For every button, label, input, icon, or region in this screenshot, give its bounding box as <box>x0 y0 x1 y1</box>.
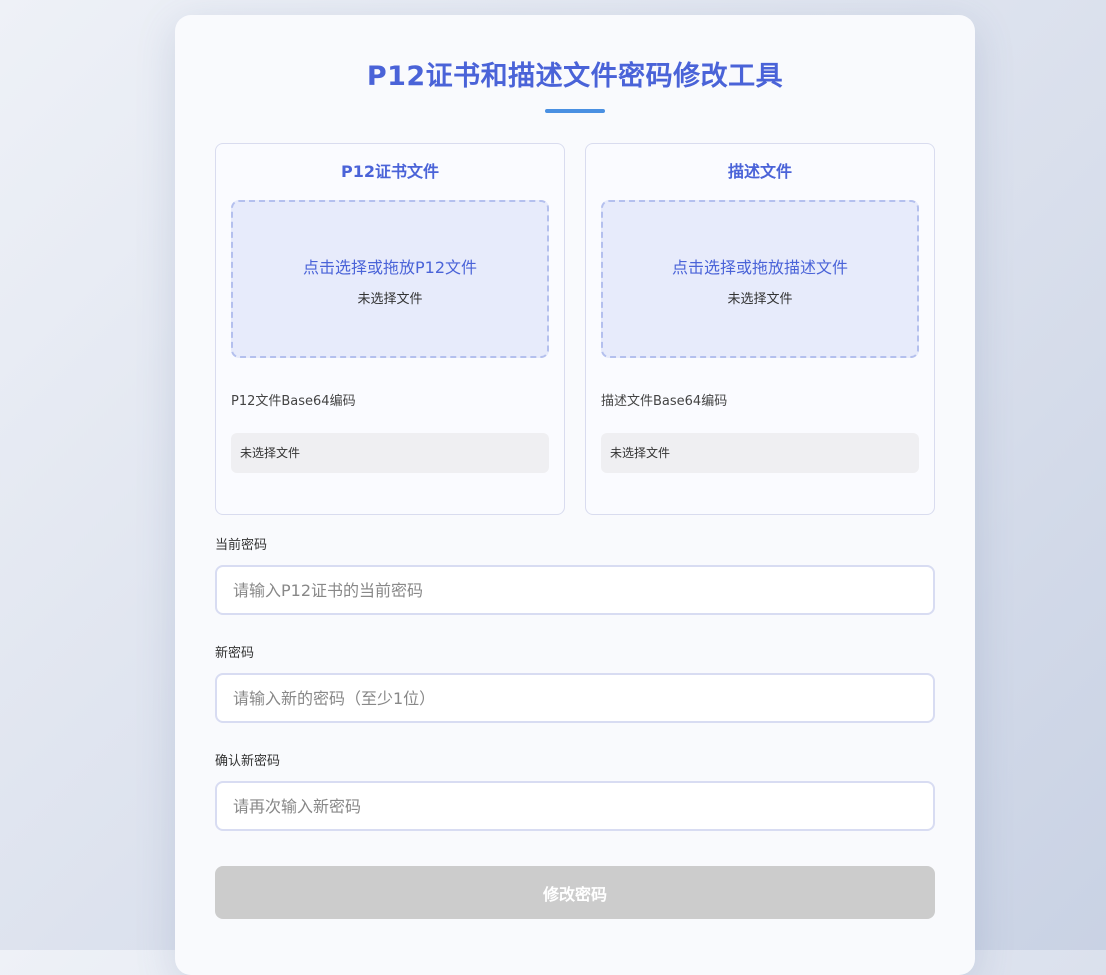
profile-panel: 描述文件 点击选择或拖放描述文件 未选择文件 描述文件Base64编码 未选择文… <box>585 143 935 515</box>
profile-base64-output: 未选择文件 <box>601 433 919 473</box>
page-title: P12证书和描述文件密码修改工具 <box>366 61 784 92</box>
p12-base64-label: P12文件Base64编码 <box>231 394 356 409</box>
p12-base64-output: 未选择文件 <box>231 433 549 473</box>
profile-dropzone[interactable]: 点击选择或拖放描述文件 未选择文件 <box>601 200 919 358</box>
new-password-group: 新密码 <box>215 645 935 723</box>
current-password-input[interactable] <box>215 565 935 615</box>
confirm-password-group: 确认新密码 <box>215 753 935 831</box>
main-card: P12证书和描述文件密码修改工具 P12证书文件 点击选择或拖放P12文件 未选… <box>175 15 975 975</box>
profile-drop-prompt: 点击选择或拖放描述文件 <box>671 258 848 277</box>
p12-panel: P12证书文件 点击选择或拖放P12文件 未选择文件 P12文件Base64编码… <box>215 143 565 515</box>
file-panels: P12证书文件 点击选择或拖放P12文件 未选择文件 P12文件Base64编码… <box>215 143 935 515</box>
p12-drop-prompt: 点击选择或拖放P12文件 <box>302 258 477 277</box>
title-underline <box>545 109 605 113</box>
new-password-label: 新密码 <box>215 646 255 661</box>
change-password-button[interactable]: 修改密码 <box>215 866 935 919</box>
profile-base64-label: 描述文件Base64编码 <box>601 394 728 409</box>
confirm-password-label: 确认新密码 <box>215 754 281 769</box>
p12-file-status: 未选择文件 <box>357 292 423 307</box>
new-password-input[interactable] <box>215 673 935 723</box>
profile-panel-title: 描述文件 <box>727 162 792 181</box>
current-password-label: 当前密码 <box>215 538 268 553</box>
profile-file-status: 未选择文件 <box>727 292 793 307</box>
confirm-password-input[interactable] <box>215 781 935 831</box>
p12-dropzone[interactable]: 点击选择或拖放P12文件 未选择文件 <box>231 200 549 358</box>
p12-panel-title: P12证书文件 <box>341 162 439 181</box>
current-password-group: 当前密码 <box>215 537 935 615</box>
